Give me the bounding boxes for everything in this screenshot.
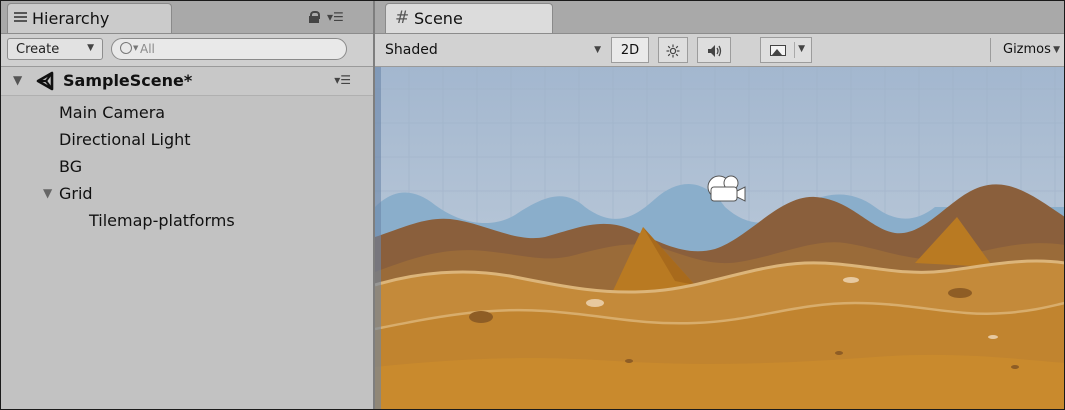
scene-panel: # Scene Shaded ▼ 2D ▼ Gizmos ▼ — [375, 1, 1064, 409]
effects-dropdown-button[interactable]: ▼ — [760, 37, 812, 63]
tab-hierarchy[interactable]: Hierarchy — [7, 3, 172, 33]
tab-scene-label: Scene — [414, 9, 463, 28]
pebble — [586, 299, 604, 307]
hierarchy-toolbar: Create ▼ ▼ — [1, 34, 373, 67]
scene-toolbar: Shaded ▼ 2D ▼ Gizmos ▼ — [375, 34, 1064, 67]
create-button-label: Create — [16, 42, 60, 57]
toggle-2d-button[interactable]: 2D — [611, 37, 649, 63]
lighting-toggle-button[interactable] — [658, 37, 688, 63]
hierarchy-item-bg[interactable]: BG — [1, 153, 373, 181]
create-button[interactable]: Create ▼ — [7, 38, 103, 60]
scene-name: SampleScene* — [63, 71, 193, 90]
pebble — [625, 359, 633, 363]
scene-view-canvas[interactable] — [375, 67, 1064, 409]
hierarchy-tabstrip: Hierarchy ▾☰ — [1, 1, 373, 34]
image-icon — [770, 45, 786, 56]
scene-menu-icon[interactable]: ▾☰ — [334, 73, 351, 87]
hierarchy-search[interactable]: ▼ — [111, 38, 347, 60]
hierarchy-item-main-camera[interactable]: Main Camera — [1, 99, 373, 127]
expand-triangle-icon[interactable]: ▼ — [13, 73, 22, 87]
editor-window: Hierarchy ▾☰ Create ▼ ▼ ▼ — [0, 0, 1065, 410]
pebble — [948, 288, 972, 298]
pebble — [469, 311, 493, 323]
pebble — [1011, 365, 1019, 369]
toggle-2d-label: 2D — [620, 43, 640, 58]
viewport-left-edge — [375, 67, 381, 409]
gizmos-label: Gizmos — [1003, 42, 1051, 57]
hierarchy-tree: ▼ SampleScene* ▾☰ Main Camera Directiona… — [1, 67, 373, 409]
chevron-down-icon: ▼ — [594, 45, 601, 55]
tab-scene[interactable]: # Scene — [385, 3, 553, 33]
gizmos-dropdown[interactable]: Gizmos ▼ — [990, 38, 1064, 62]
list-item-label: Tilemap-platforms — [89, 211, 235, 230]
pebble — [988, 335, 998, 339]
shading-mode-label: Shaded — [385, 42, 438, 58]
search-icon — [120, 42, 132, 54]
scene-viewport[interactable] — [375, 67, 1064, 409]
hierarchy-item-grid[interactable]: ▼ Grid — [1, 180, 373, 208]
hierarchy-panel: Hierarchy ▾☰ Create ▼ ▼ ▼ — [1, 1, 373, 409]
pebble — [843, 277, 859, 283]
list-item-label: Grid — [59, 184, 93, 203]
unity-logo-icon — [36, 71, 54, 91]
search-input[interactable] — [140, 40, 320, 58]
audio-toggle-button[interactable] — [697, 37, 731, 63]
hierarchy-item-directional-light[interactable]: Directional Light — [1, 126, 373, 154]
list-item-label: Directional Light — [59, 130, 191, 149]
tab-menu-icon[interactable]: ▾☰ — [327, 10, 344, 24]
hash-icon: # — [395, 8, 410, 28]
speaker-icon — [708, 45, 722, 57]
lock-icon[interactable] — [309, 11, 320, 23]
chevron-down-icon: ▼ — [1053, 45, 1060, 55]
sun-icon — [666, 44, 680, 58]
tab-hierarchy-label: Hierarchy — [32, 9, 110, 28]
list-icon — [14, 12, 27, 23]
search-filter-arrow-icon: ▼ — [133, 44, 139, 52]
hierarchy-item-tilemap-platforms[interactable]: Tilemap-platforms — [1, 207, 373, 235]
shading-mode-dropdown[interactable]: Shaded ▼ — [385, 39, 609, 61]
pebble — [835, 351, 843, 355]
scene-root-row[interactable]: ▼ SampleScene* ▾☰ — [1, 67, 373, 96]
list-item-label: Main Camera — [59, 103, 166, 122]
button-divider — [794, 42, 795, 58]
chevron-down-icon: ▼ — [798, 44, 805, 54]
expand-triangle-icon[interactable]: ▼ — [43, 186, 52, 200]
scene-tabstrip: # Scene — [375, 1, 1064, 34]
list-item-label: BG — [59, 157, 83, 176]
chevron-down-icon: ▼ — [87, 43, 94, 53]
